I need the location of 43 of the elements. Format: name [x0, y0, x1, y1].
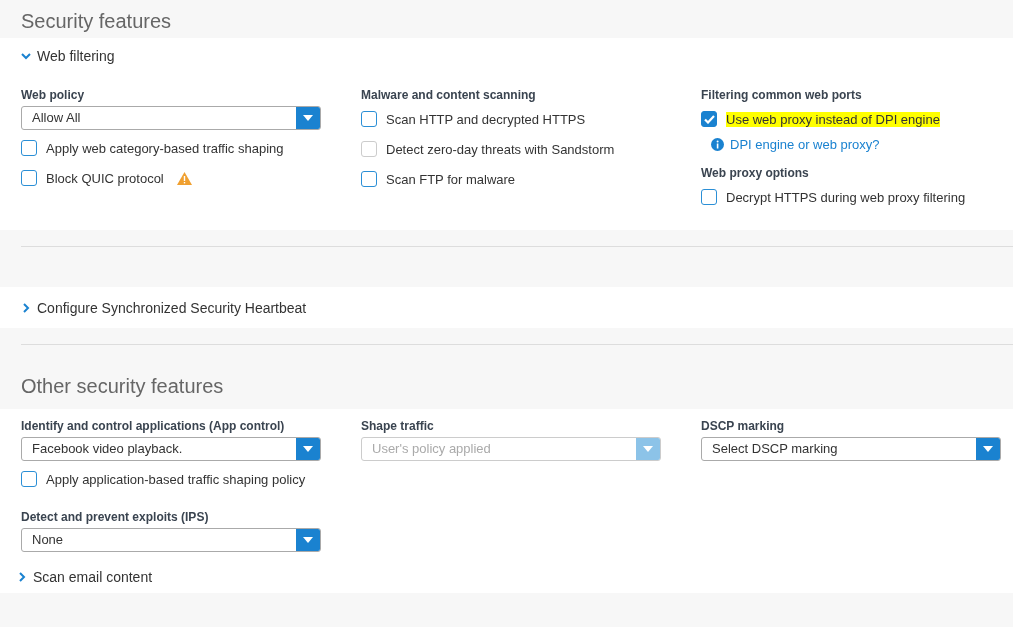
checkbox[interactable]: [701, 189, 717, 205]
dropdown[interactable]: None: [21, 528, 321, 552]
field-label: Identify and control applications (App control): [21, 418, 285, 435]
section-title: Other security features: [20, 374, 225, 399]
caret-icon: [303, 537, 313, 543]
field-label: Detect and prevent exploits (IPS): [21, 509, 209, 526]
field-label: Web proxy options: [701, 165, 809, 182]
caret-icon: [983, 446, 993, 452]
checkbox[interactable]: [701, 111, 717, 127]
dropdown[interactable]: Select DSCP marking: [701, 437, 1001, 461]
chevron-right-icon: [21, 303, 31, 313]
section-toggle[interactable]: Web filtering: [21, 40, 119, 72]
field-label: Shape traffic: [361, 418, 434, 435]
checkbox-label: Scan HTTP and decrypted HTTPS: [386, 111, 586, 127]
section-toggle[interactable]: Configure Synchronized Security Heartbeat: [21, 292, 311, 324]
checkbox-label: Block QUIC protocol: [46, 170, 164, 186]
help-link[interactable]: DPI engine or web proxy?: [730, 136, 880, 152]
caret-icon: [643, 446, 653, 452]
section-toggle[interactable]: Scan email content: [17, 561, 157, 593]
dropdown[interactable]: Facebook video playback.: [21, 437, 321, 461]
caret-icon: [303, 446, 313, 452]
checkbox[interactable]: [21, 140, 37, 156]
checkbox-label: Apply application-based traffic shaping policy: [46, 471, 306, 487]
field-label: DSCP marking: [701, 418, 785, 435]
warning-icon: [176, 171, 192, 185]
checkbox-label: Detect zero-day threats with Sandstorm: [386, 141, 615, 157]
checkbox[interactable]: [21, 471, 37, 487]
checkbox-label: Scan FTP for malware: [386, 171, 516, 187]
caret-icon: [303, 115, 313, 121]
field-label: Malware and content scanning: [361, 87, 536, 104]
checkbox[interactable]: [361, 171, 377, 187]
checkbox[interactable]: [361, 111, 377, 127]
dropdown[interactable]: Allow All: [21, 106, 321, 130]
info-icon: [711, 137, 724, 151]
checkbox-label: Apply web category-based traffic shaping: [46, 140, 284, 156]
field-label: Web policy: [21, 87, 85, 104]
field-label: Filtering common web ports: [701, 87, 862, 104]
chevron-right-icon: [17, 572, 27, 582]
chevron-down-icon: [21, 51, 31, 61]
checkbox[interactable]: [21, 170, 37, 186]
checkbox-label: Use web proxy instead of DPI engine: [726, 111, 940, 127]
checkbox-label: Decrypt HTTPS during web proxy filtering: [726, 189, 966, 205]
page-title: Security features: [20, 9, 173, 34]
